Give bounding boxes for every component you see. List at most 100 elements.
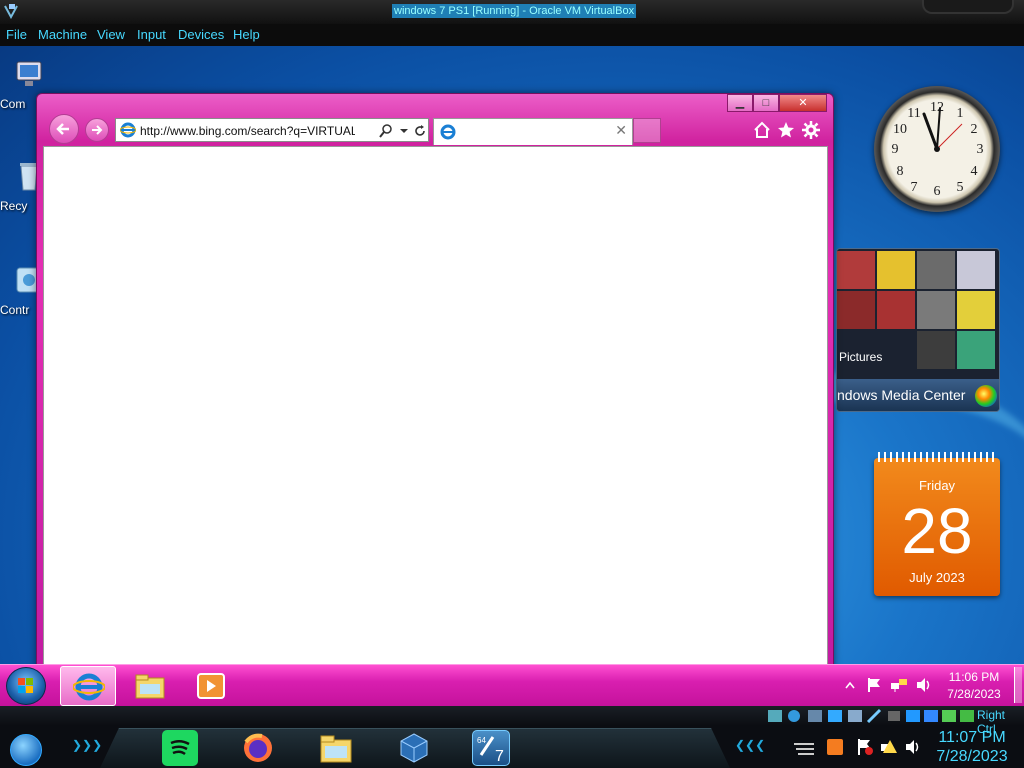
action-center-flag-icon[interactable]	[866, 677, 882, 693]
menu-lines-icon[interactable]	[792, 742, 816, 756]
menu-help[interactable]: Help	[233, 27, 260, 42]
flag-alert-icon[interactable]	[856, 738, 874, 756]
minimize-button[interactable]: ▁	[727, 94, 753, 112]
chevron-left-icon: ❯❯❯	[72, 738, 103, 752]
taskbar-media-player[interactable]	[184, 666, 240, 706]
svg-text:7: 7	[495, 748, 504, 765]
gear-icon[interactable]	[802, 121, 820, 139]
file-explorer-icon	[135, 674, 165, 699]
dropdown-arrow-icon[interactable]	[396, 123, 412, 139]
media-tile	[957, 291, 995, 329]
menu-devices[interactable]: Devices	[178, 27, 224, 42]
desktop-icon-recycle-bin[interactable]: Recy	[0, 160, 40, 213]
tray-app-icon[interactable]	[826, 738, 844, 756]
media-tile	[957, 251, 995, 289]
tab-close-icon[interactable]: ✕	[615, 122, 627, 139]
virtualbox-title-bar: windows 7 PS1 [Running] - Oracle VM Virt…	[0, 0, 1024, 24]
dock-vm-windows7[interactable]: 7 64	[472, 730, 510, 766]
network-icon[interactable]	[890, 677, 908, 693]
page-content[interactable]	[43, 146, 828, 664]
favorites-star-icon[interactable]	[777, 121, 795, 139]
dock-file-explorer[interactable]	[318, 730, 354, 766]
desktop-icon-control-panel[interactable]: Contr	[0, 264, 42, 317]
media-center-gadget[interactable]: Pictures ndows Media Center	[836, 248, 1000, 412]
svg-text:64: 64	[477, 736, 486, 745]
taskbar-internet-explorer[interactable]	[60, 666, 116, 706]
home-icon[interactable]	[753, 121, 771, 139]
virtualbox-icon	[400, 733, 428, 763]
windows-logo-icon	[18, 678, 33, 693]
browser-tab[interactable]: ✕	[433, 118, 633, 145]
calendar-month-year: July 2023	[909, 570, 965, 585]
internet-explorer-icon	[73, 673, 105, 701]
dock-spotify[interactable]	[162, 730, 198, 766]
desktop-icon-label: Recy	[0, 199, 28, 213]
media-tile	[957, 331, 995, 369]
windows7-vm-icon: 7 64	[477, 736, 504, 765]
close-button[interactable]: ✕	[779, 94, 827, 112]
dock-firefox[interactable]	[240, 730, 276, 766]
internet-explorer-icon	[120, 122, 136, 138]
chevron-right-icon: ❮❮❮	[735, 738, 766, 752]
menu-file[interactable]: File	[6, 27, 27, 42]
tab-page-icon	[440, 124, 456, 140]
menu-machine[interactable]: Machine	[38, 27, 87, 42]
pictures-label: Pictures	[839, 350, 883, 364]
virtualbox-logo-icon	[4, 4, 18, 19]
media-player-icon	[197, 673, 225, 699]
address-bar[interactable]: http://www.bing.com/search?q=VIRTUALBC	[115, 118, 429, 142]
show-desktop-button[interactable]	[1014, 667, 1022, 703]
calendar-gadget[interactable]: Friday 28 July 2023	[874, 452, 1000, 596]
start-button[interactable]	[6, 667, 46, 705]
forward-button[interactable]	[85, 118, 109, 142]
desktop-icon-label: Contr	[0, 303, 30, 317]
host-date: 7/28/2023	[936, 748, 1008, 765]
virtualbox-status-bar: Right Ctrl	[0, 706, 1024, 736]
desktop-icon-computer[interactable]: Com	[0, 58, 42, 111]
virtualbox-menu-bar: File Machine View Input Devices Help	[0, 24, 1024, 46]
title-grip[interactable]	[922, 0, 1014, 14]
media-tile	[877, 251, 915, 289]
clock-gadget[interactable]: 12 1 2 3 4 5 6 7 8 9 10 11	[874, 86, 1000, 212]
media-tile	[917, 291, 955, 329]
spotify-icon	[170, 740, 190, 756]
refresh-icon[interactable]	[412, 123, 428, 139]
menu-view[interactable]: View	[97, 27, 125, 42]
media-tile	[917, 331, 955, 369]
media-center-bar[interactable]: ndows Media Center	[837, 379, 999, 411]
address-url: http://www.bing.com/search?q=VIRTUALBC	[140, 124, 355, 138]
media-center-label: ndows Media Center	[837, 387, 966, 403]
calendar-day-number: 28	[901, 495, 973, 567]
guest-taskbar: 11:06 PM 7/28/2023	[0, 664, 1024, 706]
host-time: 11:07 PM	[938, 729, 1006, 746]
menu-input[interactable]: Input	[137, 27, 166, 42]
screen: windows 7 PS1 [Running] - Oracle VM Virt…	[0, 0, 1024, 768]
media-tile	[837, 251, 875, 289]
new-tab-button[interactable]	[633, 118, 661, 143]
desktop-icon-label: Com	[0, 97, 26, 111]
media-tile	[917, 251, 955, 289]
dock-virtualbox[interactable]	[396, 730, 432, 766]
speaker-icon[interactable]	[904, 738, 922, 756]
calendar-day-of-week: Friday	[918, 478, 956, 493]
host-clock[interactable]: 11:07 PM 7/28/2023	[932, 728, 1012, 766]
computer-icon	[16, 61, 42, 86]
back-arrow-icon	[56, 123, 69, 135]
vm-device-status-icons[interactable]	[768, 708, 974, 724]
browser-window: ▁ □ ✕ http://www.bing.com/search?q=VIRTU…	[36, 93, 834, 664]
maximize-button[interactable]: □	[753, 94, 779, 112]
folder-icon	[320, 735, 352, 763]
window-title: windows 7 PS1 [Running] - Oracle VM Virt…	[392, 4, 637, 18]
host-start-button[interactable]	[10, 734, 42, 766]
volume-icon[interactable]	[915, 677, 933, 693]
media-tile	[837, 291, 875, 329]
show-hidden-icons-icon[interactable]	[845, 681, 855, 689]
network-warning-icon[interactable]	[880, 738, 898, 756]
taskbar-file-explorer[interactable]	[122, 666, 178, 706]
back-button[interactable]	[49, 114, 79, 144]
firefox-icon	[244, 733, 272, 762]
search-icon[interactable]	[378, 123, 394, 139]
forward-arrow-icon	[92, 125, 103, 135]
taskbar-clock[interactable]: 11:06 PM 7/28/2023	[938, 669, 1010, 703]
taskbar-time: 11:06 PM	[948, 670, 1000, 684]
